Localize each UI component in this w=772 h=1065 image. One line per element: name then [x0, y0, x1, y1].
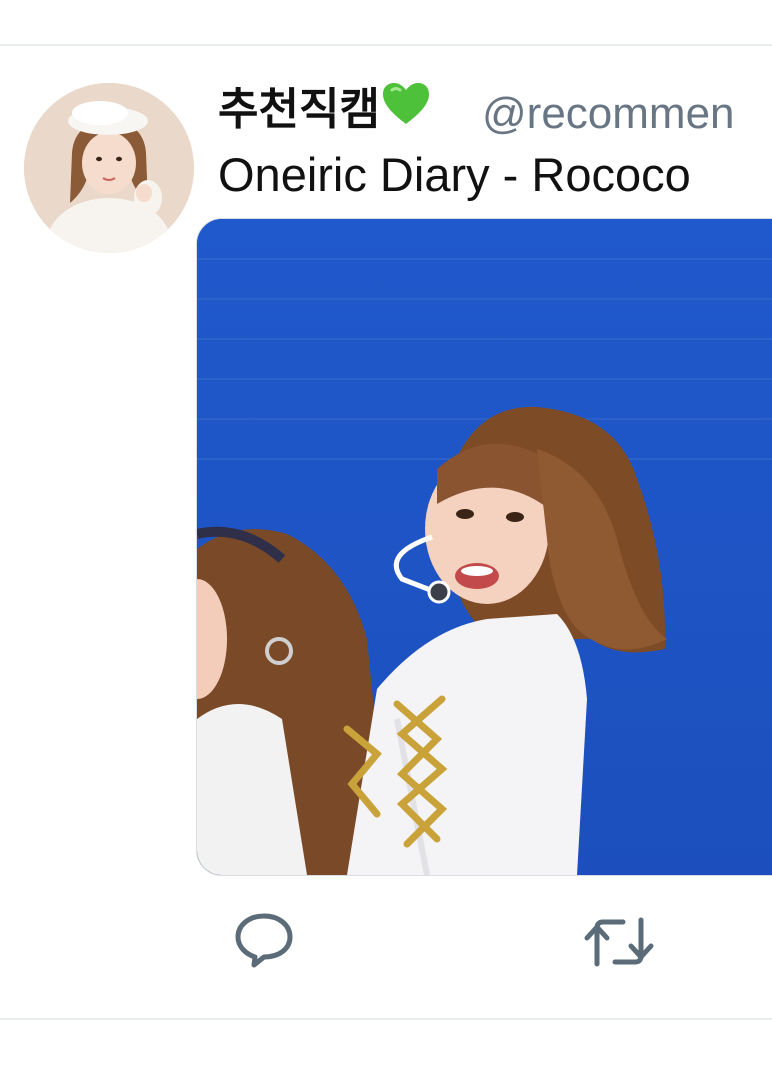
avatar-photo — [24, 83, 194, 253]
display-name[interactable]: 추천직캠 — [218, 80, 430, 142]
green-heart-icon — [382, 82, 430, 142]
bottom-divider — [0, 1018, 772, 1020]
performance-photo — [197, 219, 772, 875]
retweet-button[interactable] — [583, 912, 655, 972]
speech-bubble-icon — [235, 913, 293, 968]
user-handle[interactable]: @recommen — [482, 84, 735, 144]
reply-button[interactable] — [232, 908, 296, 972]
retweet-arrows-icon — [584, 917, 654, 967]
top-divider — [0, 44, 772, 46]
tweet-text: Oneiric Diary - Rococo — [218, 148, 691, 201]
profile-avatar[interactable] — [24, 83, 194, 253]
display-name-text: 추천직캠 — [218, 84, 380, 135]
tweet-media-image[interactable] — [196, 218, 772, 876]
